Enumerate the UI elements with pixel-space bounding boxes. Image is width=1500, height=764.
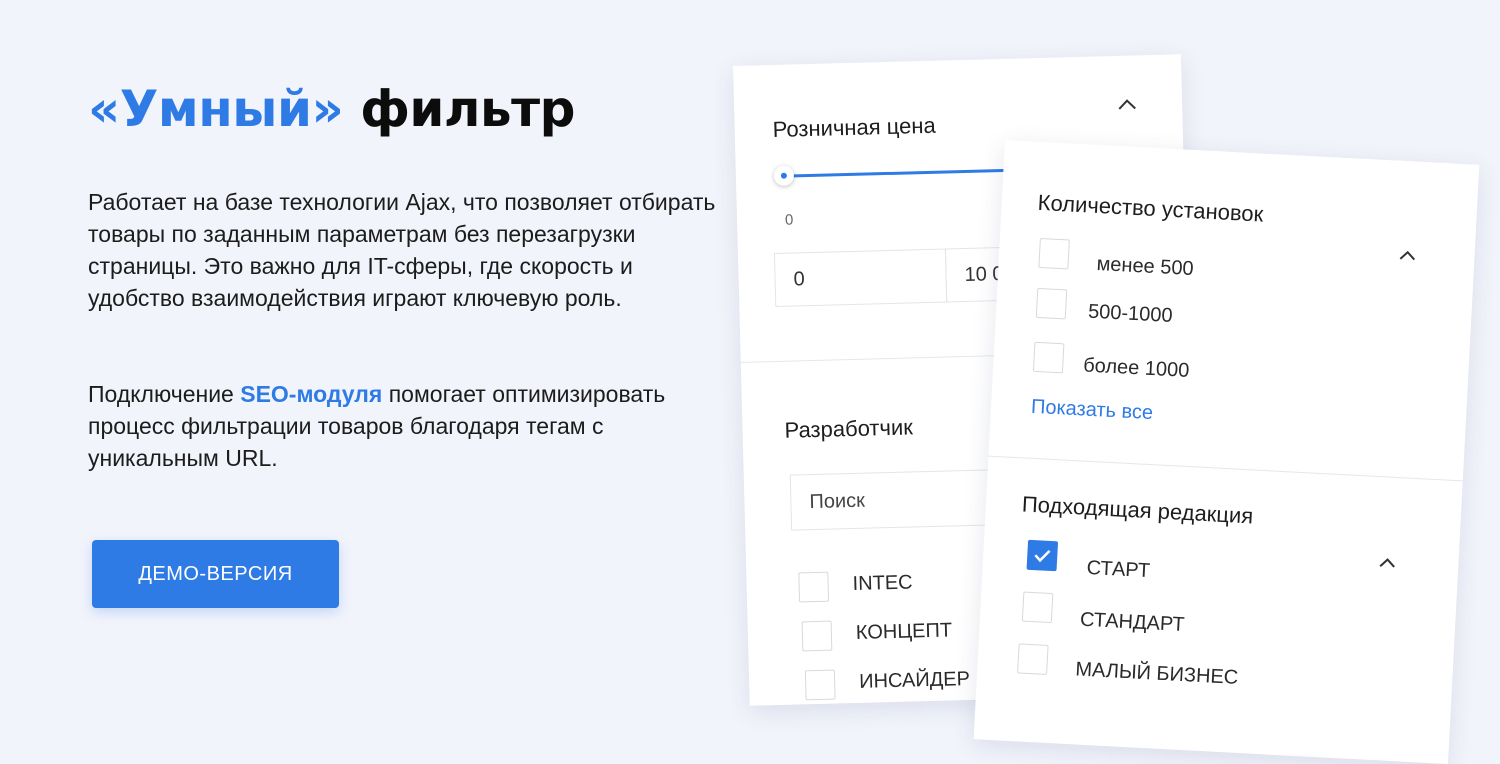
checkbox-insider[interactable] bbox=[804, 669, 836, 701]
checkbox-less-500[interactable] bbox=[1038, 237, 1070, 270]
description-paragraph: Работает на базе технологии Ajax, что по… bbox=[88, 189, 716, 311]
edition-filter-collapse-icon[interactable] bbox=[1377, 552, 1398, 574]
checkbox-more-1000[interactable] bbox=[1032, 341, 1065, 374]
edition-option-label: СТАНДАРТ bbox=[1079, 608, 1186, 637]
checkmark-icon bbox=[1034, 550, 1051, 563]
page-title: «Умный» фильтр bbox=[88, 80, 728, 138]
title-rest: фильтр bbox=[360, 80, 575, 138]
price-slider-handle-min[interactable] bbox=[773, 165, 795, 186]
chevron-up-icon bbox=[1118, 99, 1136, 110]
installs-option-label: менее 500 bbox=[1096, 252, 1195, 281]
price-min-input[interactable]: 0 bbox=[773, 248, 948, 307]
developer-option-label: ИНСАЙДЕР bbox=[858, 668, 971, 693]
checkbox-koncept[interactable] bbox=[801, 620, 833, 652]
price-slider-min-label: 0 bbox=[784, 211, 794, 229]
developer-option-label: КОНЦЕПТ bbox=[855, 619, 953, 644]
edition-option-label: СТАРТ bbox=[1086, 556, 1151, 583]
hero-section: «Умный» фильтр Работает на базе технолог… bbox=[88, 80, 728, 471]
section-divider bbox=[988, 455, 1463, 482]
developer-option-label: INTEC bbox=[852, 571, 913, 596]
seo-module-link[interactable]: SEO-модуля bbox=[240, 381, 382, 407]
filter-card-installs-edition: Количество установок менее 500 500-1000 … bbox=[973, 140, 1480, 764]
checkbox-standard[interactable] bbox=[1021, 591, 1054, 624]
price-filter-collapse-icon[interactable] bbox=[1116, 95, 1139, 117]
checkbox-500-1000[interactable] bbox=[1035, 287, 1068, 320]
installs-option-label: 500-1000 bbox=[1087, 300, 1174, 327]
show-all-link[interactable]: Показать все bbox=[1030, 396, 1154, 425]
demo-version-button[interactable]: ДЕМО-ВЕРСИЯ bbox=[92, 540, 339, 608]
checkbox-intec[interactable] bbox=[798, 571, 830, 603]
chevron-up-icon bbox=[1379, 558, 1395, 568]
slider-handle-dot bbox=[780, 172, 787, 179]
checkbox-start[interactable] bbox=[1026, 539, 1059, 572]
price-filter-title: Розничная цена bbox=[772, 112, 937, 142]
installs-filter-title: Количество установок bbox=[1037, 189, 1264, 227]
seo-text-before: Подключение bbox=[88, 381, 241, 407]
checkbox-small-business[interactable] bbox=[1017, 643, 1049, 675]
edition-option-label: МАЛЫЙ БИЗНЕС bbox=[1074, 658, 1239, 689]
installs-option-label: более 1000 bbox=[1082, 354, 1190, 382]
chevron-up-icon bbox=[1399, 250, 1416, 261]
installs-filter-collapse-icon[interactable] bbox=[1397, 245, 1418, 267]
edition-filter-title: Подходящая редакция bbox=[1021, 491, 1254, 529]
developer-filter-title: Разработчик bbox=[784, 414, 914, 443]
seo-paragraph: Подключение SEO-модуля помогает оптимизи… bbox=[88, 378, 728, 474]
title-accent: «Умный» bbox=[88, 80, 344, 138]
developer-search-placeholder: Поиск bbox=[809, 489, 866, 513]
